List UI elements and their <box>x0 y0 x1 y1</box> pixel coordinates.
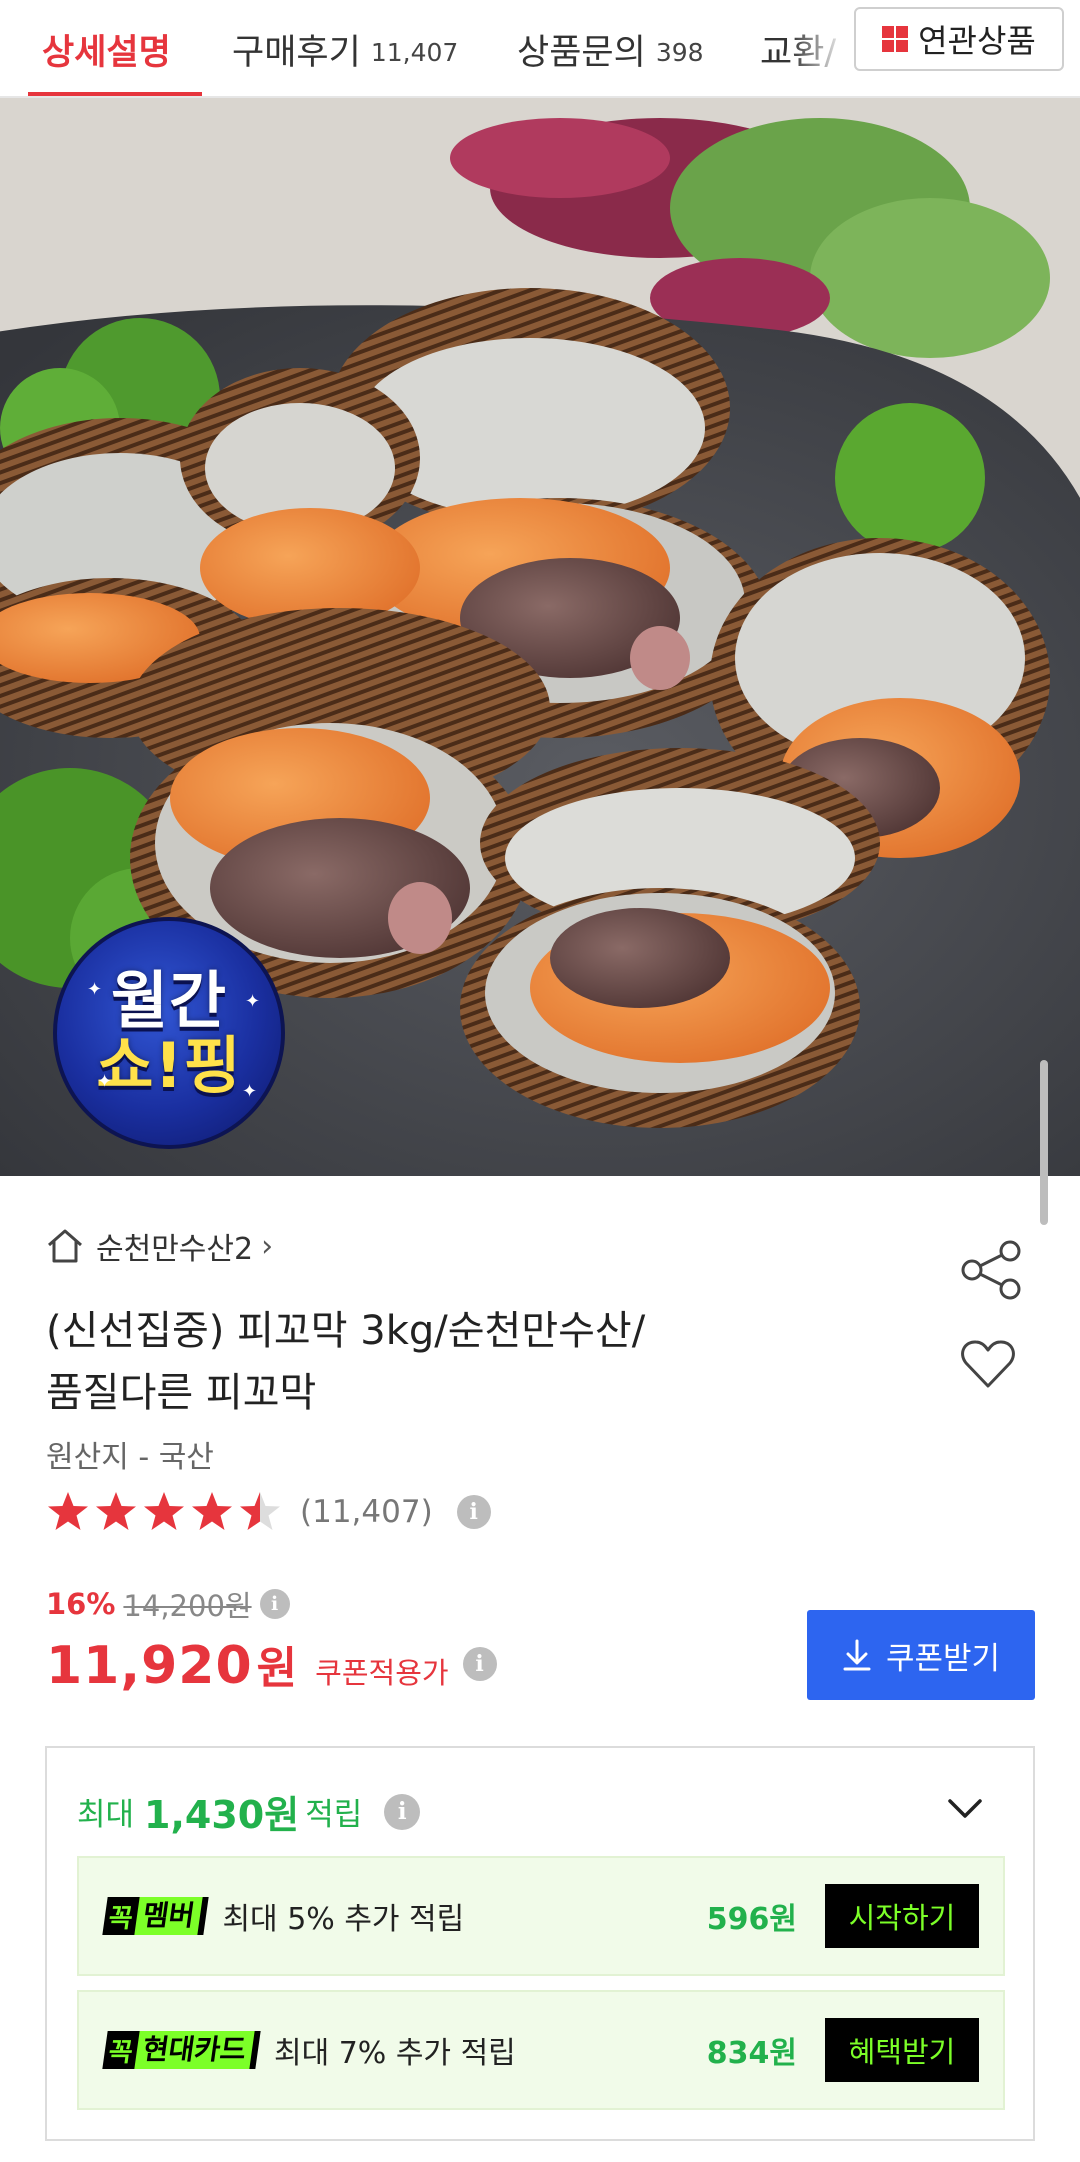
related-products-label: 연관상품 <box>918 22 1036 60</box>
product-title-line2: 품질다른 피꼬막 <box>46 1370 317 1416</box>
benefit-description: 최대 7% 추가 적립 <box>273 2036 516 2071</box>
half-star-icon <box>240 1492 280 1530</box>
benefit-member: 꼭 멤버 최대 5% 추가 적립 596원 시작하기 <box>77 1856 1005 1976</box>
info-icon[interactable]: i <box>259 1589 290 1619</box>
star-icon <box>192 1492 232 1530</box>
price-unit: 원 <box>256 1643 298 1694</box>
tab-label: 상세설명 <box>42 32 171 73</box>
benefit-amount: 834원 <box>706 2036 797 2071</box>
points-prefix: 최대 <box>77 1797 135 1833</box>
logo-label: 현대카드 <box>134 2031 255 2069</box>
info-icon[interactable]: i <box>462 1647 497 1681</box>
grid-icon <box>882 26 909 52</box>
get-coupon-button[interactable]: 쿠폰받기 <box>807 1610 1035 1700</box>
points-header[interactable]: 최대 1,430원 적립 i <box>77 1784 421 1839</box>
heart-icon[interactable] <box>960 1338 1016 1390</box>
product-image[interactable]: ✦ ✦ ✦ ✦ 월간 쇼!핑 <box>0 98 1080 1176</box>
price-row: 11,920 원 쿠폰적용가 i <box>46 1632 497 1696</box>
tab-bar: 상세설명 구매후기 11,407 상품문의 398 교환/ 연관상품 <box>0 0 1080 98</box>
coupon-applied-label: 쿠폰적용가 <box>315 1656 449 1690</box>
download-icon <box>843 1639 871 1671</box>
scrollbar[interactable] <box>1040 1060 1048 1225</box>
product-title: (신선집중) 피꼬막 3kg/순천만수산/ 품질다른 피꼬막 <box>46 1300 926 1424</box>
tab-label: 상품문의 <box>517 32 646 73</box>
points-suffix: 적립 <box>305 1797 363 1833</box>
get-coupon-label: 쿠폰받기 <box>885 1640 1001 1677</box>
tab-detail[interactable]: 상세설명 <box>42 0 171 96</box>
store-link[interactable]: 순천만수산2 › <box>46 1224 273 1268</box>
review-count: (11,407) <box>300 1494 433 1530</box>
info-icon[interactable]: i <box>456 1495 491 1529</box>
chevron-right-icon: › <box>261 1228 274 1264</box>
tab-count: 398 <box>655 37 704 67</box>
original-price: 14,200원 <box>123 1589 252 1623</box>
benefit-description: 최대 5% 추가 적립 <box>222 1902 465 1937</box>
logo-label: 멤버 <box>134 1897 204 1935</box>
tab-fade <box>790 0 860 96</box>
logo-mark: 꼭 <box>106 1903 135 1934</box>
info-icon[interactable]: i <box>384 1793 421 1830</box>
tab-inquiries[interactable]: 상품문의 398 <box>517 0 704 96</box>
discount-rate: 16% <box>46 1587 116 1621</box>
home-icon <box>48 1229 82 1263</box>
store-name: 순천만수산2 <box>96 1232 254 1267</box>
get-benefit-button[interactable]: 혜택받기 <box>825 2018 979 2082</box>
monthly-shopping-badge: ✦ ✦ ✦ ✦ 월간 쇼!핑 <box>53 917 285 1149</box>
badge-line1: 월간 <box>110 963 228 1037</box>
badge-line2: 쇼!핑 <box>96 1029 242 1102</box>
benefit-amount: 596원 <box>706 1902 797 1937</box>
tab-reviews[interactable]: 구매후기 11,407 <box>232 0 459 96</box>
chevron-down-icon[interactable] <box>945 1788 985 1828</box>
star-icon <box>144 1492 184 1530</box>
start-button[interactable]: 시작하기 <box>825 1884 979 1948</box>
star-icon <box>48 1492 88 1530</box>
rating-row[interactable]: (11,407) i <box>46 1488 491 1536</box>
tab-count: 11,407 <box>370 37 459 67</box>
product-title-line1: (신선집중) 피꼬막 3kg/순천만수산/ <box>46 1308 646 1354</box>
kkok-hyundai-card-logo: 꼭 현대카드 <box>102 2031 261 2069</box>
points-panel: 최대 1,430원 적립 i 꼭 멤버 최대 5% 추가 적립 596원 시작하… <box>45 1746 1035 2141</box>
active-tab-indicator <box>28 92 202 96</box>
final-price: 11,920 <box>46 1636 253 1696</box>
tab-label: 구매후기 <box>232 32 361 73</box>
points-amount: 1,430원 <box>144 1793 300 1837</box>
product-origin: 원산지 - 국산 <box>46 1440 214 1475</box>
discount-row: 16% 14,200원 i <box>46 1584 290 1624</box>
logo-mark: 꼭 <box>106 2037 135 2068</box>
benefit-hyundai-card: 꼭 현대카드 최대 7% 추가 적립 834원 혜택받기 <box>77 1990 1005 2110</box>
related-products-button[interactable]: 연관상품 <box>854 7 1064 71</box>
share-icon[interactable] <box>956 1240 1028 1300</box>
star-icon <box>96 1492 136 1530</box>
kkok-member-logo: 꼭 멤버 <box>102 1897 210 1935</box>
